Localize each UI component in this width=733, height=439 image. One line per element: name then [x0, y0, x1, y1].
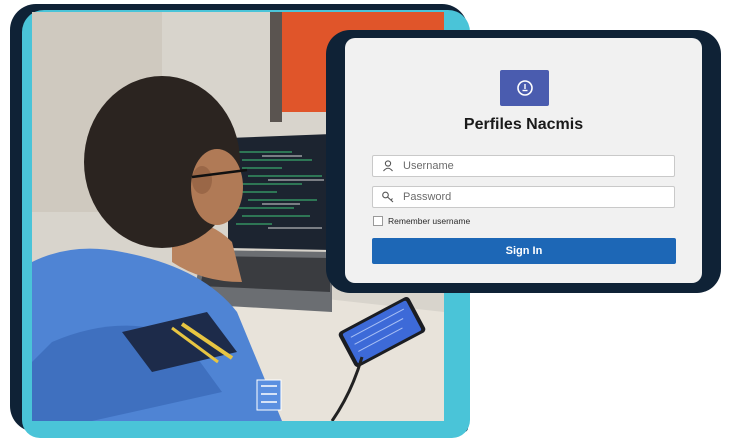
fingerprint-icon [516, 80, 533, 96]
app-logo [500, 70, 549, 106]
remember-username-row[interactable]: Remember username [373, 216, 470, 226]
page: Perfiles Nacmis Remember username Sign I… [0, 0, 733, 439]
password-input[interactable] [403, 191, 653, 203]
sign-in-label: Sign In [505, 245, 543, 257]
app-title: Perfiles Nacmis [463, 116, 584, 133]
password-field[interactable] [372, 186, 675, 208]
remember-username-checkbox[interactable] [373, 216, 383, 226]
username-input[interactable] [403, 160, 653, 172]
sign-in-button[interactable]: Sign In [372, 238, 676, 264]
username-field[interactable] [372, 155, 675, 177]
user-icon [381, 159, 395, 173]
remember-username-label: Remember username [388, 216, 471, 226]
key-icon [381, 190, 395, 204]
